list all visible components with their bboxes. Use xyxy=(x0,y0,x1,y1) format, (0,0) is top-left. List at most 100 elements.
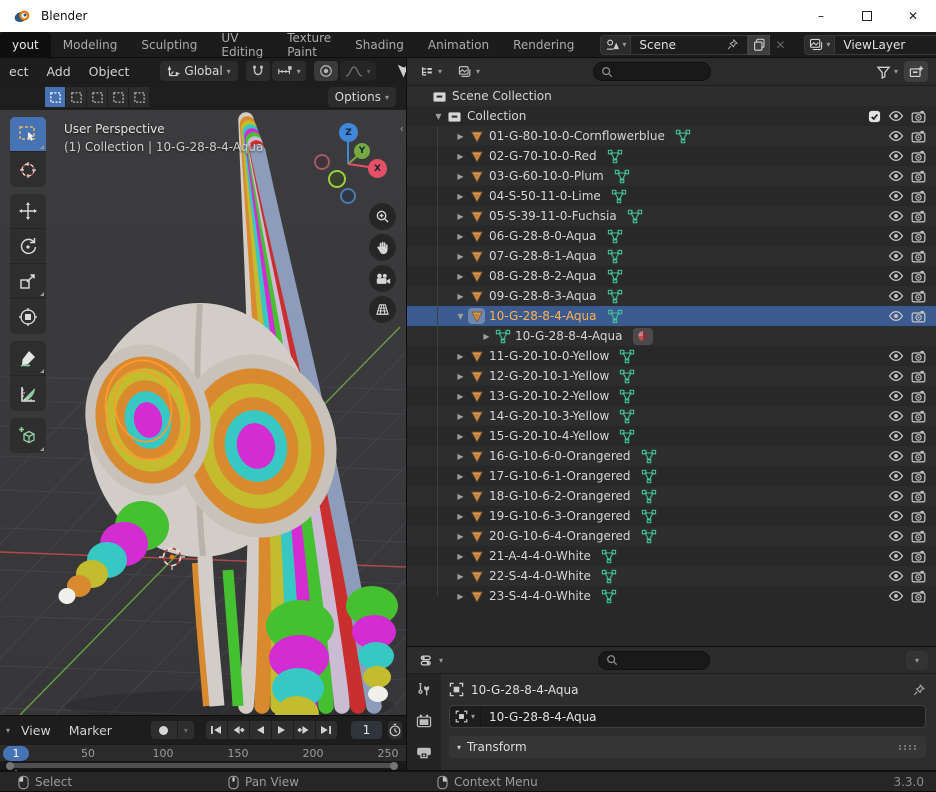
disable-render-toggle[interactable] xyxy=(911,430,926,443)
hide-viewport-toggle[interactable] xyxy=(888,470,904,482)
hide-viewport-toggle[interactable] xyxy=(888,410,904,422)
tool-measure[interactable] xyxy=(10,376,46,411)
object-name-icon-dropdown[interactable]: ▾ xyxy=(450,706,481,727)
scene-name[interactable]: Scene xyxy=(630,35,748,55)
disclosure-closed-icon[interactable]: ▶ xyxy=(453,132,468,141)
outliner-item-label[interactable]: 11-G-20-10-0-Yellow xyxy=(489,349,609,363)
outliner-item-label[interactable]: 02-G-70-10-0-Red xyxy=(489,149,597,163)
disclosure-closed-icon[interactable]: ▶ xyxy=(453,232,468,241)
outliner-row-collection[interactable]: ▼ Collection xyxy=(407,106,936,126)
hide-viewport-toggle[interactable] xyxy=(888,490,904,502)
tool-add-cube[interactable] xyxy=(10,418,46,453)
disclosure-open-icon[interactable]: ▼ xyxy=(431,112,446,121)
disable-render-toggle[interactable] xyxy=(911,370,926,383)
tool-scale[interactable] xyxy=(10,264,46,299)
select-mode-extend[interactable] xyxy=(66,87,86,107)
disclosure-closed-icon[interactable]: ▶ xyxy=(453,292,468,301)
disclosure-closed-icon[interactable]: ▶ xyxy=(453,392,468,401)
outliner-row-10-g-28-8-4-aqua-data[interactable]: ▶ 10-G-28-8-4-Aqua xyxy=(407,326,936,346)
workspace-tab-shading[interactable]: Shading xyxy=(343,32,416,58)
disable-render-toggle[interactable] xyxy=(911,450,926,463)
scene-new-copy-button[interactable] xyxy=(748,35,770,55)
hide-viewport-toggle[interactable] xyxy=(888,250,904,262)
outliner-item-label[interactable]: 12-G-20-10-1-Yellow xyxy=(489,369,609,383)
properties-pin-icon[interactable] xyxy=(912,683,926,697)
outliner-item-label[interactable]: Collection xyxy=(467,109,526,123)
scene-icon[interactable]: ▾ xyxy=(600,35,630,55)
outliner-row-11-g-20-10-0-yellow[interactable]: ▶11-G-20-10-0-Yellow xyxy=(407,346,936,366)
disclosure-closed-icon[interactable]: ▶ xyxy=(453,492,468,501)
properties-tab-render[interactable] xyxy=(416,714,432,728)
disable-render-toggle[interactable] xyxy=(911,150,926,163)
tool-rotate[interactable] xyxy=(10,229,46,264)
hide-viewport-toggle[interactable] xyxy=(888,190,904,202)
transform-panel-header[interactable]: ▾ Transform xyxy=(449,736,926,758)
outliner-row-01-g-80-10-0-cornflowerblue[interactable]: ▶ 01-G-80-10-0-Cornflowerblue xyxy=(407,126,936,146)
outliner-item-label[interactable]: 03-G-60-10-0-Plum xyxy=(489,169,604,183)
disable-render-toggle[interactable] xyxy=(911,530,926,543)
outliner-item-label[interactable]: 16-G-10-6-0-Orangered xyxy=(489,449,631,463)
hide-viewport-toggle[interactable] xyxy=(888,390,904,402)
timeline-scrollbar-thumb[interactable] xyxy=(8,763,394,768)
disclosure-closed-icon[interactable]: ▶ xyxy=(453,152,468,161)
gizmo-axis-neg-y[interactable] xyxy=(328,170,346,188)
snap-toggle-button[interactable] xyxy=(246,61,270,81)
outliner-item-label[interactable]: 05-S-39-11-0-Fuchsia xyxy=(489,209,617,223)
disable-render-toggle[interactable] xyxy=(911,230,926,243)
disclosure-closed-icon[interactable]: ▶ xyxy=(453,592,468,601)
outliner-row-23-s-4-4-0-white[interactable]: ▶23-S-4-4-0-White xyxy=(407,586,936,606)
hide-viewport-toggle[interactable] xyxy=(888,110,904,122)
hide-viewport-toggle[interactable] xyxy=(888,430,904,442)
outliner-item-label[interactable]: Scene Collection xyxy=(452,89,552,103)
properties-search-input[interactable] xyxy=(598,651,710,670)
properties-options-chevron[interactable]: ▾ xyxy=(906,651,928,670)
outliner-row-04-s-50-11-0-lime[interactable]: ▶04-S-50-11-0-Lime xyxy=(407,186,936,206)
disclosure-closed-icon[interactable]: ▶ xyxy=(453,372,468,381)
disable-render-toggle[interactable] xyxy=(911,510,926,523)
outliner-display-mode-dropdown[interactable]: ▾ xyxy=(415,62,447,82)
outliner-item-label[interactable]: 10-G-28-8-4-Aqua xyxy=(515,329,623,343)
outliner-item-label[interactable]: 01-G-80-10-0-Cornflowerblue xyxy=(489,129,665,143)
hide-viewport-toggle[interactable] xyxy=(888,510,904,522)
maximize-button[interactable] xyxy=(844,0,890,32)
outliner-row-15-g-20-10-4-yellow[interactable]: ▶15-G-20-10-4-Yellow xyxy=(407,426,936,446)
outliner-item-label[interactable]: 06-G-28-8-0-Aqua xyxy=(489,229,597,243)
panel-grip[interactable] xyxy=(899,745,918,750)
hide-viewport-toggle[interactable] xyxy=(888,150,904,162)
disclosure-closed-icon[interactable]: ▶ xyxy=(453,572,468,581)
tool-select-box[interactable] xyxy=(10,117,46,152)
menu-marker[interactable]: Marker xyxy=(60,723,121,738)
nav-camera-button[interactable] xyxy=(369,265,396,292)
properties-tab-tool[interactable] xyxy=(416,682,432,698)
disclosure-closed-icon[interactable]: ▶ xyxy=(479,332,494,341)
disclosure-closed-icon[interactable]: ▶ xyxy=(453,212,468,221)
outliner-row-12-g-20-10-1-yellow[interactable]: ▶ 12-G-20-10-1-Yellow xyxy=(407,366,936,386)
transform-orientation-dropdown[interactable]: Global▾ xyxy=(160,61,237,81)
disable-render-toggle[interactable] xyxy=(911,570,926,583)
disable-render-toggle[interactable] xyxy=(911,310,926,323)
disable-render-toggle[interactable] xyxy=(911,210,926,223)
outliner-item-label[interactable]: 19-G-10-6-3-Orangered xyxy=(489,509,631,523)
hide-viewport-toggle[interactable] xyxy=(888,210,904,222)
disable-render-toggle[interactable] xyxy=(911,250,926,263)
proportional-editing-button[interactable] xyxy=(314,61,338,81)
properties-tab-output[interactable] xyxy=(416,744,432,759)
outliner-row-13-g-20-10-2-yellow[interactable]: ▶13-G-20-10-2-Yellow xyxy=(407,386,936,406)
current-frame-field[interactable]: 1 xyxy=(351,721,382,739)
object-name-value[interactable]: 10-G-28-8-4-Aqua xyxy=(481,710,605,724)
current-frame-badge[interactable]: 1 xyxy=(3,746,29,761)
play-button[interactable] xyxy=(272,721,293,739)
workspace-tab-yout[interactable]: yout xyxy=(0,32,51,58)
close-button[interactable]: ✕ xyxy=(890,0,936,32)
nav-zoom-button[interactable] xyxy=(369,203,396,230)
prev-keyframe-button[interactable] xyxy=(228,721,249,739)
disclosure-closed-icon[interactable]: ▶ xyxy=(453,432,468,441)
outliner-row-02-g-70-10-0-red[interactable]: ▶ 02-G-70-10-0-Red xyxy=(407,146,936,166)
outliner-row-17-g-10-6-1-orangered[interactable]: ▶17-G-10-6-1-Orangered xyxy=(407,466,936,486)
scrollbar-knob-left[interactable] xyxy=(6,762,14,770)
tool-cursor[interactable] xyxy=(10,152,46,187)
disclosure-closed-icon[interactable]: ▶ xyxy=(453,252,468,261)
disable-render-toggle[interactable] xyxy=(911,190,926,203)
disclosure-closed-icon[interactable]: ▶ xyxy=(453,472,468,481)
disclosure-closed-icon[interactable]: ▶ xyxy=(453,192,468,201)
